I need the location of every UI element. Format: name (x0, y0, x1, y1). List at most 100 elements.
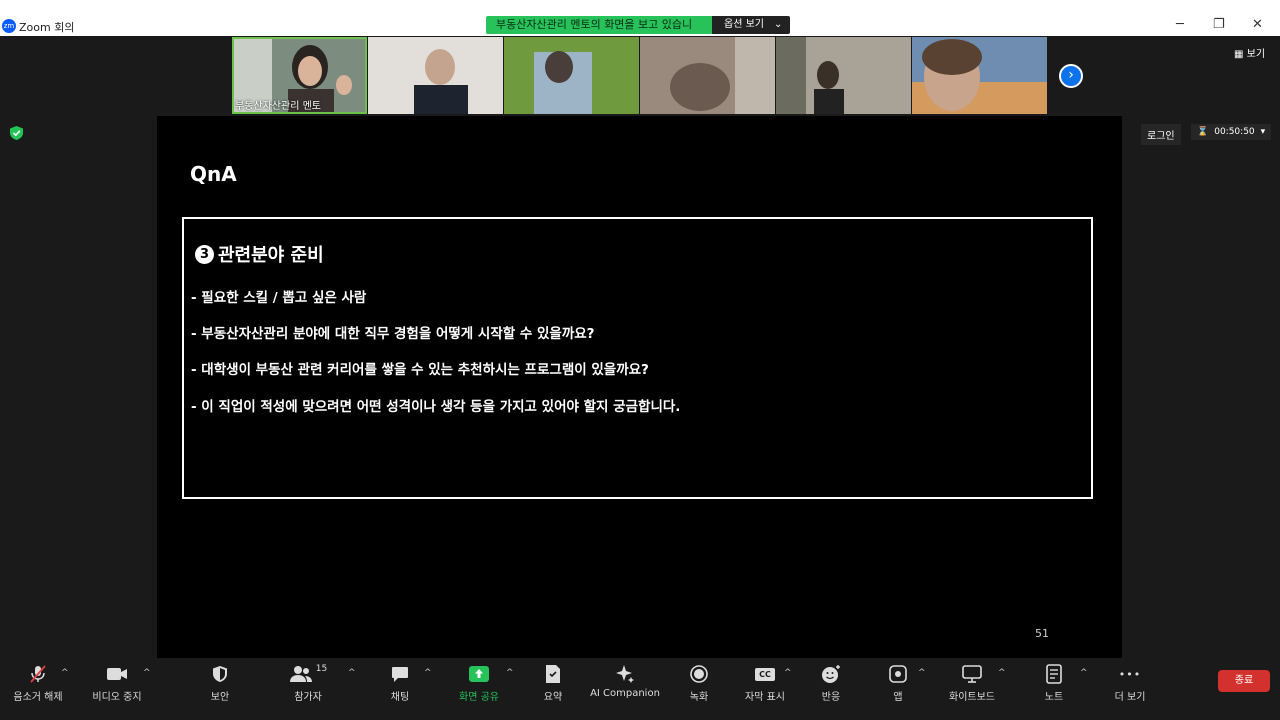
stop-video-label: 비디오 중지 (92, 692, 142, 703)
closed-captions-icon: CC (755, 667, 775, 681)
apps-button[interactable]: 앱 (886, 664, 910, 703)
question-item: - 필요한 스킬 / 뽑고 싶은 사람 (191, 290, 367, 306)
more-label: 더 보기 (1114, 692, 1146, 703)
participant-thumbnail[interactable] (368, 37, 503, 114)
summary-document-icon (546, 665, 560, 683)
share-options-caret[interactable]: ^ (506, 668, 514, 678)
summary-label: 요약 (543, 692, 563, 703)
section-title: 관련분야 준비 (218, 245, 324, 266)
people-icon (289, 666, 312, 682)
participant-count: 15 (315, 664, 328, 674)
participant-video (912, 37, 1047, 114)
timer-dropdown-icon: ▾ (1260, 127, 1266, 137)
notes-button[interactable]: 노트 (1040, 664, 1068, 703)
section-number-badge: 3 (195, 244, 214, 264)
apps-label: 앱 (893, 692, 903, 703)
unmute-label: 음소거 해제 (13, 692, 63, 703)
end-meeting-button[interactable]: 종료 (1218, 670, 1270, 692)
view-button-label: 보기 (1246, 49, 1266, 60)
restore-button[interactable]: ❐ (1213, 17, 1225, 32)
reactions-label: 반응 (821, 692, 841, 703)
stop-video-button[interactable]: 비디오 중지 (88, 664, 146, 703)
zoom-logo-icon: zm (2, 19, 16, 33)
window-title: Zoom 회의 (19, 21, 75, 34)
close-button[interactable]: ✕ (1252, 17, 1263, 32)
section-heading: 3 관련분야 준비 (195, 241, 324, 267)
view-button[interactable]: ▦ 보기 (1234, 45, 1265, 60)
microphone-muted-icon (30, 665, 46, 683)
question-item: - 이 직업이 적성에 맞으려면 어떤 성격이나 생각 등을 가지고 있어야 할… (191, 399, 681, 415)
ai-companion-button[interactable]: AI Companion (590, 664, 660, 699)
chevron-down-icon: ⌄ (773, 19, 783, 30)
participant-thumbnail[interactable]: 부동산자산관리 멘토 (232, 37, 367, 114)
whiteboard-label: 화이트보드 (949, 692, 995, 703)
participant-thumbnail[interactable] (640, 37, 775, 114)
participant-video (776, 37, 911, 114)
notes-icon (1046, 664, 1062, 684)
captions-button[interactable]: CC 자막 표시 (740, 664, 790, 703)
video-camera-icon (107, 668, 127, 680)
summary-button[interactable]: 요약 (538, 664, 568, 703)
title-bar: zm Zoom 회의 부동산자산관리 멘토의 화면을 보고 있습니다 옵션 보기… (0, 0, 1280, 36)
whiteboard-options-caret[interactable]: ^ (998, 668, 1006, 678)
slide-page-number: 51 (1035, 627, 1049, 640)
record-button[interactable]: 녹화 (684, 664, 714, 703)
slide-title: QnA (190, 162, 237, 186)
chat-options-caret[interactable]: ^ (424, 668, 432, 678)
ai-companion-label: AI Companion (590, 688, 660, 699)
record-icon (690, 665, 708, 683)
more-button[interactable]: ••• 더 보기 (1110, 664, 1150, 704)
more-dots-icon: ••• (1118, 667, 1142, 681)
participant-name: 부동산자산관리 멘토 (235, 101, 321, 112)
audio-options-caret[interactable]: ^ (61, 668, 69, 678)
security-label: 보안 (210, 692, 230, 703)
login-button[interactable]: 로그인 (1141, 124, 1181, 145)
sparkle-icon (616, 665, 634, 683)
security-button[interactable]: 보안 (200, 664, 240, 703)
shield-check-icon[interactable] (10, 126, 23, 140)
participant-video (504, 37, 639, 114)
smiley-icon (822, 665, 840, 683)
participant-video (640, 37, 775, 114)
shield-icon (213, 666, 227, 682)
share-screen-button[interactable]: 화면 공유 (456, 664, 502, 703)
participants-options-caret[interactable]: ^ (348, 668, 356, 678)
minimize-button[interactable]: ─ (1176, 17, 1184, 32)
timer-value: 00:50:50 (1214, 127, 1255, 137)
participant-strip: 부동산자산관리 멘토 (232, 37, 1047, 114)
participants-button[interactable]: 15 참가자 (286, 664, 330, 703)
reactions-button[interactable]: 반응 (816, 664, 846, 703)
chat-bubble-icon (392, 667, 408, 682)
hourglass-icon: ⌛ (1197, 127, 1209, 137)
share-banner: 부동산자산관리 멘토의 화면을 보고 있습니다 옵션 보기 ⌄ (486, 16, 791, 34)
meeting-timer[interactable]: ⌛ 00:50:50 ▾ (1191, 124, 1272, 140)
share-screen-label: 화면 공유 (459, 692, 499, 703)
notes-label: 노트 (1044, 692, 1064, 703)
captions-options-caret[interactable]: ^ (784, 668, 792, 678)
share-screen-icon (469, 666, 489, 682)
apps-icon (889, 665, 907, 683)
notes-options-caret[interactable]: ^ (1080, 668, 1088, 678)
next-participants-button[interactable]: › (1059, 64, 1083, 88)
shared-screen-slide: QnA 3 관련분야 준비 - 필요한 스킬 / 뽑고 싶은 사람 - 부동산자… (157, 116, 1122, 658)
participant-thumbnail[interactable] (776, 37, 911, 114)
chat-button[interactable]: 채팅 (384, 664, 416, 703)
whiteboard-button[interactable]: 화이트보드 (944, 664, 1000, 703)
record-label: 녹화 (689, 692, 709, 703)
unmute-button[interactable]: 음소거 해제 (8, 664, 68, 703)
apps-options-caret[interactable]: ^ (918, 668, 926, 678)
slide-content-box: 3 관련분야 준비 - 필요한 스킬 / 뽑고 싶은 사람 - 부동산자산관리 … (182, 217, 1093, 499)
participant-video (368, 37, 503, 114)
participant-thumbnail[interactable] (912, 37, 1047, 114)
question-item: - 부동산자산관리 분야에 대한 직무 경험을 어떻게 시작할 수 있을까요? (191, 326, 595, 342)
view-options-button[interactable]: 옵션 보기 ⌄ (712, 16, 791, 34)
share-banner-text: 부동산자산관리 멘토의 화면을 보고 있습니다 (486, 16, 712, 34)
grid-icon: ▦ (1234, 49, 1244, 60)
view-options-label: 옵션 보기 (724, 19, 764, 30)
chat-label: 채팅 (390, 692, 410, 703)
video-options-caret[interactable]: ^ (143, 668, 151, 678)
participants-label: 참가자 (294, 692, 322, 703)
meeting-toolbar: 음소거 해제 ^ 비디오 중지 ^ 보안 15 참가자 ^ 채팅 ^ 화면 공유… (0, 658, 1280, 720)
participant-thumbnail[interactable] (504, 37, 639, 114)
captions-label: 자막 표시 (745, 692, 785, 703)
